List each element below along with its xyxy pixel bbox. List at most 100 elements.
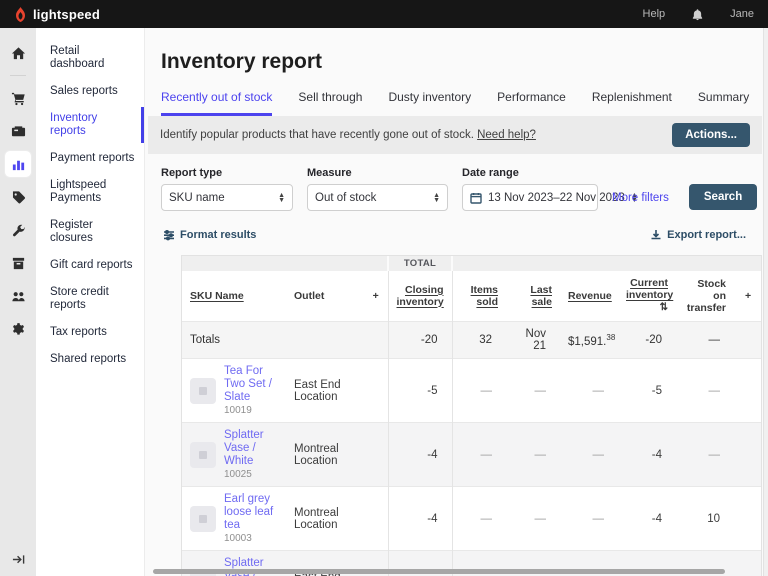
col-header-items-sold[interactable]: Items sold [452,271,506,322]
report-type-select[interactable]: SKU name ▲▼ [161,184,293,211]
info-banner: Identify popular products that have rece… [148,116,762,154]
totals-current: -20 [618,322,676,359]
actions-button[interactable]: Actions... [672,123,750,147]
expand-rail-icon[interactable] [0,553,36,566]
outlet-cell: Montreal Location [286,487,364,551]
sidebar-item-retail-dashboard[interactable]: Retail dashboard [36,38,144,78]
date-range-input[interactable]: 13 Nov 2023–22 Nov 2023 ▲▼ [462,184,598,211]
totals-closing: -20 [388,322,452,359]
search-button[interactable]: Search [689,184,757,210]
totals-last-sale: Nov 21 [506,322,560,359]
sidebar-item-gift-card-reports[interactable]: Gift card reports [36,252,144,279]
measure-label: Measure [307,167,448,179]
tab-sell-through[interactable]: Sell through [298,90,362,116]
total-group-label: TOTAL [388,256,452,271]
product-sku: 10003 [224,533,278,544]
format-results-link[interactable]: Format results [163,229,256,241]
col-header-sku-name[interactable]: SKU Name [182,271,286,322]
export-report-link[interactable]: Export report... [650,229,746,241]
customers-users-icon[interactable] [5,283,31,309]
group-header-row: TOTAL [182,256,762,271]
brand-name: lightspeed [33,7,100,22]
notifications-bell-icon[interactable] [691,8,704,21]
user-menu[interactable]: Jane [730,8,754,20]
sidebar-item-register-closures[interactable]: Register closures [36,212,144,252]
sidebar-item-tax-reports[interactable]: Tax reports [36,319,144,346]
top-bar: lightspeed Help Jane [0,0,768,28]
product-link[interactable]: Splatter Vase / White [224,429,278,468]
icon-rail [0,28,36,576]
product-link[interactable]: Tea For Two Set / Slate [224,365,278,404]
outlet-cell: East End Location [286,359,364,423]
totals-row: Totals -20 32 Nov 21 $1,591.38 -20 — [182,322,762,359]
stepper-icon: ▲▼ [272,193,285,203]
tab-summary[interactable]: Summary [698,90,749,116]
reports-sidebar: Retail dashboard Sales reports Inventory… [36,28,145,576]
product-sku: 10019 [224,405,278,416]
sort-icon[interactable]: ⇅ [660,302,668,313]
product-thumbnail [190,506,216,532]
tab-recently-out-of-stock[interactable]: Recently out of stock [161,90,272,116]
table-row: Earl grey loose leaf tea10003 Montreal L… [182,487,762,551]
tools-wrench-icon[interactable] [5,217,31,243]
table-row: Tea For Two Set / Slate10019 East End Lo… [182,359,762,423]
register-icon[interactable] [5,118,31,144]
table-row: Splatter Vase / White10025 Montreal Loca… [182,423,762,487]
col-header-outlet: Outlet [286,271,364,322]
report-tabs: Recently out of stock Sell through Dusty… [161,90,768,116]
home-icon[interactable] [5,40,31,66]
more-filters-link[interactable]: More filters [612,192,669,204]
product-link[interactable]: Earl grey loose leaf tea [224,493,278,532]
main-content: Inventory report Recently out of stock S… [145,28,768,576]
tab-performance[interactable]: Performance [497,90,566,116]
need-help-link[interactable]: Need help? [477,129,536,141]
totals-stock: — [676,322,734,359]
tab-replenishment[interactable]: Replenishment [592,90,672,116]
products-tag-icon[interactable] [5,184,31,210]
settings-gear-icon[interactable] [5,316,31,342]
sidebar-item-inventory-reports[interactable]: Inventory reports [36,105,144,145]
page-title: Inventory report [161,50,768,74]
totals-items-sold: 32 [452,322,506,359]
stepper-icon: ▲▼ [427,193,440,203]
measure-group: Measure Out of stock ▲▼ [307,167,448,211]
lightspeed-logo[interactable]: lightspeed [14,7,100,22]
sidebar-item-shared-reports[interactable]: Shared reports [36,346,144,373]
tab-dusty-inventory[interactable]: Dusty inventory [388,90,471,116]
col-header-revenue[interactable]: Revenue [560,271,618,322]
col-header-last-sale[interactable]: Last sale [506,271,560,322]
product-thumbnail [190,378,216,404]
sidebar-item-store-credit-reports[interactable]: Store credit reports [36,279,144,319]
filter-bar: Report type SKU name ▲▼ Measure Out of s… [161,167,752,211]
measure-select[interactable]: Out of stock ▲▼ [307,184,448,211]
help-link[interactable]: Help [643,8,666,20]
vertical-scrollbar[interactable] [763,28,768,576]
reports-chart-icon[interactable] [5,151,31,177]
date-range-group: Date range 13 Nov 2023–22 Nov 2023 ▲▼ [462,167,598,211]
sidebar-item-lightspeed-payments[interactable]: Lightspeed Payments [36,172,144,212]
sidebar-item-sales-reports[interactable]: Sales reports [36,78,144,105]
rail-divider [10,75,26,76]
sidebar-item-payment-reports[interactable]: Payment reports [36,145,144,172]
product-thumbnail [190,442,216,468]
results-table: TOTAL SKU Name Outlet + Closing inventor… [181,255,762,576]
date-range-label: Date range [462,167,598,179]
sales-cart-icon[interactable] [5,85,31,111]
outlet-cell: Montreal Location [286,423,364,487]
calendar-icon [470,192,482,204]
add-column-right-button[interactable]: + [734,271,762,322]
col-header-current-inventory[interactable]: Current inventory ⇅ [618,271,676,322]
flame-icon [14,7,27,22]
download-icon [650,229,662,241]
results-toolbar: Format results Export report... [163,229,746,241]
inventory-box-icon[interactable] [5,250,31,276]
add-column-left-button[interactable]: + [364,271,388,322]
sliders-icon [163,229,175,241]
totals-revenue: $1,591.38 [560,322,618,359]
totals-label: Totals [182,322,286,359]
banner-text: Identify popular products that have rece… [160,129,536,141]
report-type-label: Report type [161,167,293,179]
horizontal-scrollbar[interactable] [153,569,725,574]
column-header-row: SKU Name Outlet + Closing inventory Item… [182,271,762,322]
col-header-closing-inventory[interactable]: Closing inventory [388,271,452,322]
